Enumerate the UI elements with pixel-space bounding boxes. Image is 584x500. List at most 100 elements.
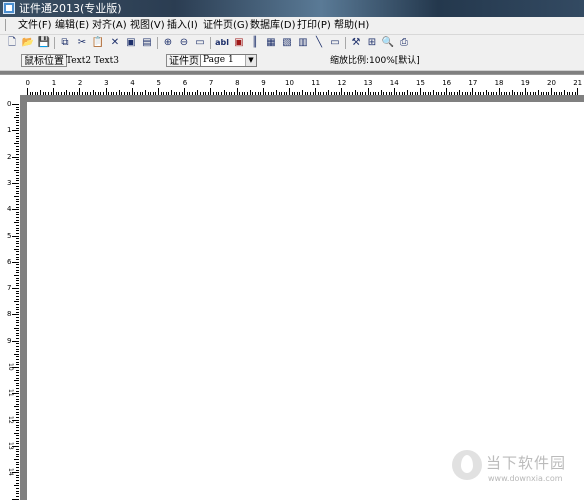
- page-select[interactable]: Page 1 ▼: [200, 54, 257, 67]
- ruler-v-tick: [16, 343, 19, 345]
- print-preview-icon[interactable]: 🔍: [381, 36, 395, 50]
- ruler-v-tick: [12, 235, 19, 237]
- paste-icon[interactable]: 📋: [91, 36, 105, 50]
- ruler-v-label: 6: [7, 257, 12, 266]
- ruler-v-tick: [16, 324, 19, 326]
- ruler-v-tick: [12, 182, 19, 184]
- menu-edit[interactable]: 编辑(E): [55, 19, 89, 32]
- ruler-v-tick: [16, 348, 19, 350]
- new-icon[interactable]: 🗋: [5, 36, 19, 50]
- ruler-v-tick: [16, 114, 19, 116]
- toolbar-separator: [157, 37, 158, 49]
- zoom-in-icon[interactable]: ⊕: [161, 36, 175, 50]
- ruler-h-label: 14: [389, 79, 399, 87]
- fit-page-icon[interactable]: ▭: [193, 36, 207, 50]
- menu-align[interactable]: 对齐(A): [92, 19, 127, 32]
- ruler-v-tick: [16, 474, 19, 476]
- ruler-v-tick: [14, 222, 19, 224]
- ruler-h-tick: [53, 88, 55, 95]
- ruler-v-tick: [16, 267, 19, 269]
- ruler-v-tick: [12, 472, 19, 474]
- ruler-v-tick: [16, 206, 19, 208]
- cut-icon[interactable]: ✂: [75, 36, 89, 50]
- rectangle-icon[interactable]: ▭: [328, 36, 342, 50]
- ruler-v-tick: [14, 327, 19, 329]
- database-field-icon[interactable]: ▥: [296, 36, 310, 50]
- open-icon[interactable]: 📂: [21, 36, 35, 50]
- delete-icon[interactable]: ✕: [108, 36, 122, 50]
- photo-icon[interactable]: ▣: [232, 36, 246, 50]
- field-icon[interactable]: ▦: [264, 36, 278, 50]
- menu-print[interactable]: 打印(P): [297, 19, 331, 32]
- ruler-h-tick: [27, 88, 28, 95]
- ruler-v-tick: [16, 167, 19, 169]
- card-page-canvas[interactable]: [27, 102, 584, 500]
- ruler-v-tick: [14, 117, 19, 119]
- ruler-v-tick: [14, 485, 19, 487]
- zoom-out-icon[interactable]: ⊖: [177, 36, 191, 50]
- ruler-v-tick: [16, 259, 19, 261]
- ruler-h-tick: [158, 88, 159, 95]
- menu-insert[interactable]: 插入(I): [167, 19, 198, 32]
- pdf-icon[interactable]: ▣: [124, 36, 138, 50]
- window-title: 证件通2013(专业版): [19, 2, 122, 15]
- ruler-v-label: 7: [7, 284, 12, 293]
- card-page-label: 证件页: [166, 54, 202, 67]
- ruler-v-tick: [16, 335, 19, 337]
- ruler-v-tick: [16, 487, 19, 489]
- ruler-v-tick: [16, 185, 19, 187]
- ruler-v-tick: [16, 359, 19, 361]
- ruler-v-tick: [16, 251, 19, 253]
- ruler-h-label: 0: [25, 79, 30, 87]
- ruler-v-tick: [16, 411, 19, 413]
- ruler-v-tick: [16, 198, 19, 200]
- ruler-h-tick: [131, 88, 133, 95]
- line-icon[interactable]: ╲: [312, 36, 326, 50]
- ruler-h-label: 20: [547, 79, 556, 87]
- ruler-v-tick: [16, 211, 19, 213]
- ruler-h-tick: [446, 88, 448, 95]
- ruler-h-label: 5: [156, 79, 161, 87]
- menu-database[interactable]: 数据库(D): [250, 19, 296, 32]
- text-icon[interactable]: abl: [214, 36, 230, 50]
- ruler-v-tick: [16, 224, 19, 226]
- ruler-v-tick: [12, 419, 19, 421]
- copy-icon[interactable]: ⧉: [58, 36, 72, 50]
- ruler-v-tick: [16, 159, 19, 161]
- menu-help[interactable]: 帮助(H): [334, 19, 369, 32]
- ruler-v-tick: [16, 453, 19, 455]
- menu-card-page[interactable]: 证件页(G): [203, 19, 249, 32]
- print-icon[interactable]: ⎙: [397, 36, 411, 50]
- ruler-v-tick: [16, 122, 19, 124]
- ruler-v-tick: [16, 435, 19, 437]
- ruler-v-tick: [12, 445, 19, 447]
- ruler-h-tick: [79, 88, 81, 95]
- ruler-h-label: 4: [130, 79, 135, 87]
- menu-file[interactable]: 文件(F): [18, 19, 52, 32]
- ruler-h-tick: [236, 88, 238, 95]
- ruler-v-tick: [14, 274, 19, 276]
- ruler-v-tick: [14, 301, 19, 303]
- save-icon[interactable]: 💾: [37, 36, 51, 50]
- ruler-v-tick: [16, 416, 19, 418]
- design-canvas[interactable]: [20, 95, 584, 500]
- ruler-v-label: 3: [7, 178, 12, 187]
- ruler-v-tick: [16, 214, 19, 216]
- title-bar: 证件通2013(专业版): [0, 0, 584, 17]
- ruler-v-tick: [16, 456, 19, 458]
- ruler-v-tick: [12, 130, 19, 132]
- barcode-icon[interactable]: ║: [248, 36, 262, 50]
- menu-view[interactable]: 视图(V): [130, 19, 165, 32]
- ruler-v-tick: [16, 443, 19, 445]
- ruler-h-tick: [289, 88, 290, 95]
- grid-icon[interactable]: ⊞: [365, 36, 379, 50]
- ruler-h-label: 10: [285, 79, 294, 87]
- ruler-h-tick: [315, 88, 317, 95]
- image-icon[interactable]: ▧: [280, 36, 294, 50]
- tools-icon[interactable]: ⚒: [349, 36, 363, 50]
- ruler-h-tick: [210, 88, 212, 95]
- properties-icon[interactable]: ▤: [140, 36, 154, 50]
- chevron-down-icon[interactable]: ▼: [245, 55, 256, 66]
- ruler-v-tick: [16, 369, 19, 371]
- ruler-v-tick: [16, 477, 19, 479]
